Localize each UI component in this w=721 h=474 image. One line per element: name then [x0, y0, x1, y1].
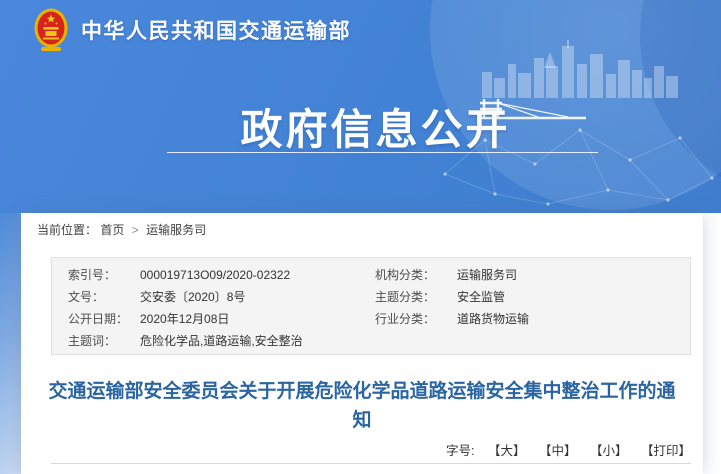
meta-value: 危险化学品,道路运输,安全整治 — [140, 330, 375, 352]
bottom-divider — [51, 463, 691, 464]
breadcrumb-label: 当前位置： — [37, 223, 97, 237]
table-row: 公开日期： 2020年12月08日 行业分类： 道路货物运输 — [52, 308, 690, 330]
meta-value — [457, 330, 690, 352]
font-small-button[interactable]: 【小】 — [590, 444, 628, 458]
national-emblem-icon — [33, 8, 69, 52]
org-name: 中华人民共和国交通运输部 — [81, 15, 351, 45]
city-skyline-graphic — [482, 38, 682, 98]
page-title: 政府信息公开 — [30, 96, 721, 157]
title-underline — [167, 152, 598, 153]
header-banner: 中华人民共和国交通运输部 政府信息公开 — [0, 0, 721, 213]
table-row: 索引号： 000019713O09/2020-02322 机构分类： 运输服务司 — [52, 264, 690, 286]
table-row: 文号： 交安委〔2020〕8号 主题分类： 安全监管 — [52, 286, 690, 308]
font-medium-button[interactable]: 【中】 — [539, 444, 577, 458]
meta-value: 运输服务司 — [457, 264, 690, 286]
meta-label: 文号： — [68, 286, 140, 308]
meta-label — [375, 330, 457, 352]
meta-label: 主题词： — [68, 330, 140, 352]
content-panel: 当前位置： 首页 > 运输服务司 索引号： 000019713O09/2020-… — [21, 213, 703, 474]
breadcrumb: 当前位置： 首页 > 运输服务司 — [37, 220, 206, 240]
print-button[interactable]: 【打印】 — [641, 444, 691, 458]
table-row: 主题词： 危险化学品,道路运输,安全整治 — [52, 330, 690, 352]
font-large-button[interactable]: 【大】 — [488, 444, 526, 458]
meta-value: 安全监管 — [457, 286, 690, 308]
meta-table: 索引号： 000019713O09/2020-02322 机构分类： 运输服务司… — [51, 257, 691, 355]
meta-label: 主题分类： — [375, 286, 457, 308]
document-title: 交通运输部安全委员会关于开展危险化学品道路运输安全集中整治工作的通知 — [42, 377, 682, 435]
meta-label: 行业分类： — [375, 308, 457, 330]
meta-label: 机构分类： — [375, 264, 457, 286]
font-size-toolbar: 字号: 【大】 【中】 【小】 【打印】 — [446, 442, 691, 460]
meta-value: 交安委〔2020〕8号 — [140, 286, 375, 308]
meta-value: 000019713O09/2020-02322 — [140, 264, 375, 286]
breadcrumb-home-link[interactable]: 首页 — [100, 223, 124, 237]
meta-label: 公开日期： — [68, 308, 140, 330]
font-size-label: 字号: — [446, 444, 474, 458]
breadcrumb-separator: > — [128, 223, 143, 237]
meta-label: 索引号： — [68, 264, 140, 286]
meta-value: 道路货物运输 — [457, 308, 690, 330]
meta-value: 2020年12月08日 — [140, 308, 375, 330]
breadcrumb-section-link[interactable]: 运输服务司 — [146, 223, 206, 237]
site-brand[interactable]: 中华人民共和国交通运输部 — [33, 7, 351, 53]
